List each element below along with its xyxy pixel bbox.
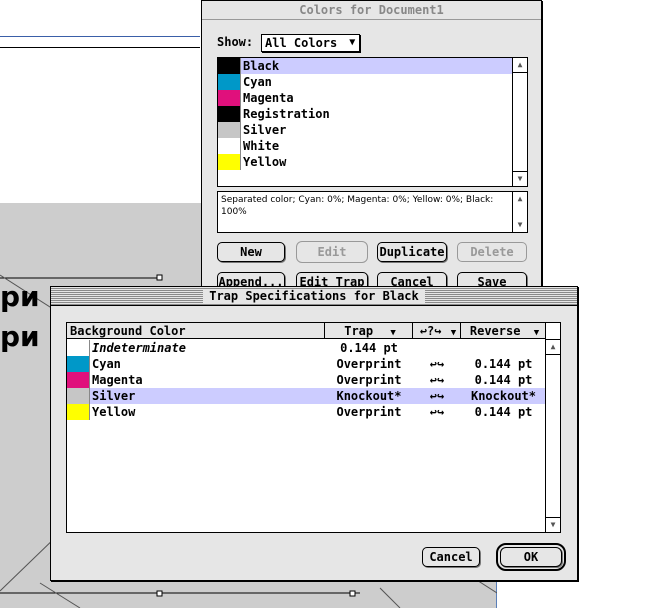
new-button[interactable]: New <box>217 242 285 262</box>
color-name: White <box>243 139 280 153</box>
column-header-arrows[interactable]: ↩?↪ ▼ <box>413 323 461 339</box>
column-header-reverse[interactable]: Reverse ▼ <box>461 323 546 339</box>
trap-window-titlebar[interactable]: Trap Specifications for Black <box>51 287 577 306</box>
column-header-reverse-label: Reverse <box>469 324 521 338</box>
scroll-up-icon[interactable]: ▲ <box>513 192 527 206</box>
list-item[interactable]: Magenta <box>218 90 512 106</box>
color-description: Separated color; Cyan: 0%; Magenta: 0%; … <box>221 195 494 217</box>
trap-cancel-button[interactable]: Cancel <box>422 547 480 567</box>
trap-table-scrollbar[interactable]: ▲ ▼ <box>545 323 560 532</box>
document-text: ри <box>0 320 40 353</box>
color-swatch <box>67 340 90 356</box>
edit-button[interactable]: Edit <box>296 241 368 263</box>
trap-direction-icon[interactable]: ↩↪ <box>413 356 461 372</box>
page-guide-line <box>0 36 200 37</box>
reverse-value[interactable]: Knockout* <box>461 388 546 404</box>
color-swatch <box>67 388 90 404</box>
color-swatch <box>218 90 241 106</box>
table-row[interactable]: Indeterminate 0.144 pt <box>67 340 545 356</box>
color-name: Cyan <box>243 75 272 89</box>
column-header-background[interactable]: Background Color <box>67 323 325 339</box>
trap-value[interactable]: Knockout* <box>325 388 413 404</box>
trap-direction-icon[interactable] <box>413 340 461 356</box>
colors-list-scrollbar[interactable]: ▲ ▼ <box>512 58 527 186</box>
reverse-value[interactable] <box>461 340 546 356</box>
show-label: Show: <box>217 35 254 49</box>
reverse-value[interactable]: 0.144 pt <box>461 404 546 420</box>
trap-direction-icon[interactable]: ↩↪ <box>413 388 461 404</box>
chevron-down-icon: ▼ <box>450 328 457 338</box>
color-description-box: Separated color; Cyan: 0%; Magenta: 0%; … <box>217 191 528 233</box>
delete-button[interactable]: Delete <box>457 242 527 262</box>
trap-value[interactable]: 0.144 pt <box>325 340 413 356</box>
color-name: Yellow <box>243 155 287 169</box>
trap-table[interactable]: Background Color Trap ▼ ↩?↪ ▼ Reverse ▼ … <box>66 322 561 533</box>
table-row[interactable]: Cyan Overprint ↩↪ 0.144 pt <box>67 356 545 372</box>
trap-window: Trap Specifications for Black Background… <box>50 286 578 581</box>
scroll-down-icon[interactable]: ▼ <box>513 218 527 232</box>
background-color-name: Cyan <box>92 357 121 371</box>
color-swatch <box>218 154 241 170</box>
show-popup-value: All Colors <box>265 36 338 50</box>
list-item[interactable]: White <box>218 138 512 154</box>
column-header-arrows-label: ↩?↪ <box>419 324 442 338</box>
show-popup[interactable]: All Colors ▼ <box>261 34 361 52</box>
background-color-name: Indeterminate <box>92 341 186 355</box>
document-text: ри <box>0 280 40 313</box>
color-name: Black <box>243 59 280 73</box>
color-swatch <box>218 122 241 138</box>
color-swatch <box>218 74 241 90</box>
trap-value[interactable]: Overprint <box>325 404 413 420</box>
duplicate-button[interactable]: Duplicate <box>377 242 447 262</box>
description-scrollbar[interactable]: ▲ ▼ <box>512 192 527 232</box>
background-color-name: Yellow <box>92 405 136 419</box>
list-item[interactable]: Yellow <box>218 154 512 170</box>
color-swatch <box>218 106 241 122</box>
color-swatch <box>67 356 90 372</box>
color-swatch <box>218 138 241 154</box>
chevron-down-icon: ▼ <box>349 37 356 48</box>
scroll-up-icon[interactable]: ▲ <box>546 339 560 355</box>
table-row[interactable]: Silver Knockout* ↩↪ Knockout* <box>67 388 545 404</box>
list-item[interactable]: Black <box>218 58 512 74</box>
table-row[interactable]: Magenta Overprint ↩↪ 0.144 pt <box>67 372 545 388</box>
column-header-trap[interactable]: Trap ▼ <box>325 323 413 339</box>
background-color-name: Silver <box>92 389 136 403</box>
colors-window-title[interactable]: Colors for Document1 <box>202 1 541 20</box>
colors-window: Colors for Document1 Show: All Colors ▼ … <box>201 0 542 302</box>
color-name: Silver <box>243 123 287 137</box>
scroll-up-icon[interactable]: ▲ <box>513 58 527 73</box>
list-item[interactable]: Cyan <box>218 74 512 90</box>
colors-list[interactable]: Black Cyan Magenta Registration Silver White Y… <box>217 57 528 187</box>
reverse-value[interactable]: 0.144 pt <box>461 372 546 388</box>
chevron-down-icon: ▼ <box>533 328 540 338</box>
column-header-trap-label: Trap <box>344 324 374 338</box>
color-swatch <box>67 404 90 420</box>
color-name: Magenta <box>243 91 294 105</box>
list-item[interactable]: Silver <box>218 122 512 138</box>
table-row[interactable]: Yellow Overprint ↩↪ 0.144 pt <box>67 404 545 420</box>
trap-window-title: Trap Specifications for Black <box>203 289 425 303</box>
list-item[interactable]: Registration <box>218 106 512 122</box>
trap-value[interactable]: Overprint <box>325 356 413 372</box>
color-name: Registration <box>243 107 330 121</box>
trap-direction-icon[interactable]: ↩↪ <box>413 404 461 420</box>
trap-direction-icon[interactable]: ↩↪ <box>413 372 461 388</box>
scroll-down-icon[interactable]: ▼ <box>513 171 527 186</box>
trap-ok-button[interactable]: OK <box>496 543 566 571</box>
color-swatch <box>67 372 90 388</box>
chevron-down-icon: ▼ <box>390 328 396 338</box>
page-guide-line <box>0 47 200 48</box>
trap-value[interactable]: Overprint <box>325 372 413 388</box>
background-color-name: Magenta <box>92 373 143 387</box>
color-swatch <box>218 58 241 74</box>
reverse-value[interactable]: 0.144 pt <box>461 356 546 372</box>
scroll-down-icon[interactable]: ▼ <box>546 517 560 532</box>
